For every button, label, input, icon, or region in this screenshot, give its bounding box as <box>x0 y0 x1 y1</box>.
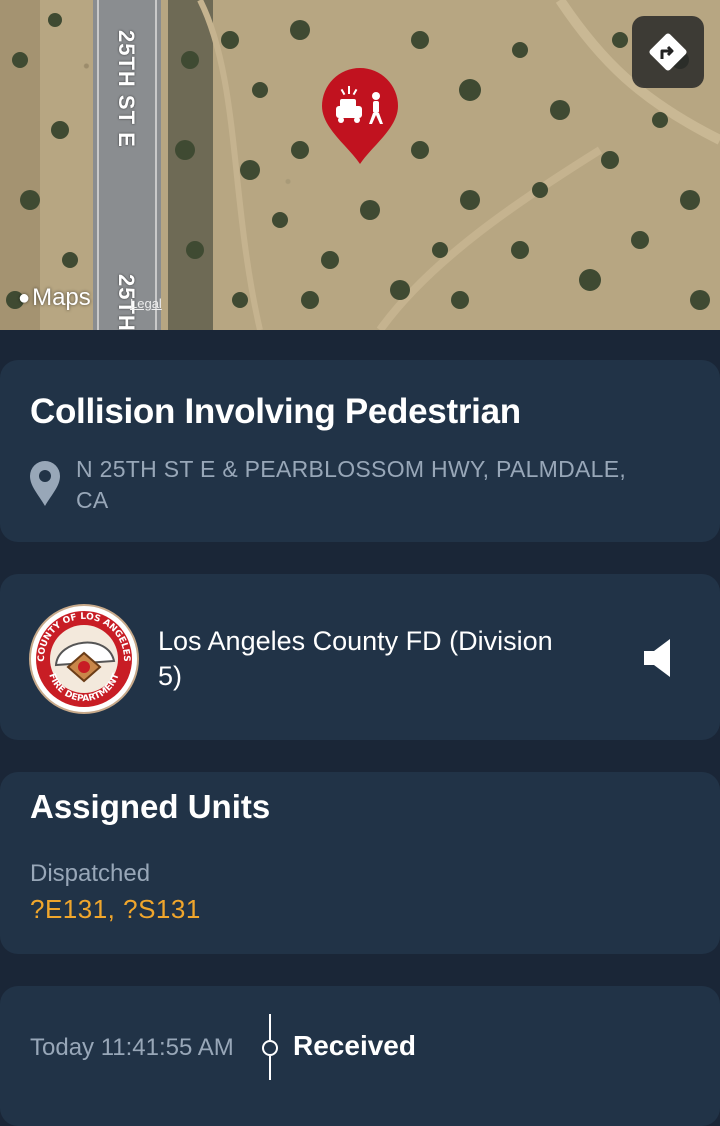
directions-icon <box>649 33 687 71</box>
directions-button[interactable] <box>632 16 704 88</box>
incident-address[interactable]: N 25TH ST E & PEARBLOSSOM HWY, PALMDALE,… <box>76 454 636 516</box>
apple-logo-icon: ● <box>18 286 31 309</box>
incident-title: Collision Involving Pedestrian <box>30 392 521 431</box>
timeline-timestamp: Today 11:41:55 AM <box>30 1034 234 1061</box>
unit-list: ?E131, ?S131 <box>30 894 201 924</box>
legal-link[interactable]: Legal <box>130 296 162 311</box>
speaker-button[interactable] <box>640 636 676 685</box>
timeline-node-icon <box>256 1014 284 1087</box>
location-pin-icon <box>28 460 62 513</box>
speaker-icon <box>644 639 670 677</box>
car-pedestrian-collision-icon <box>322 68 398 164</box>
agency-name: Los Angeles County FD (Division 5) <box>158 626 553 691</box>
map-view[interactable]: 25TH ST E 25TH ● Maps Legal <box>0 0 720 330</box>
street-label: 25TH ST E <box>114 30 139 148</box>
maps-logo: ● Maps <box>18 284 91 312</box>
maps-logo-text: Maps <box>32 284 91 311</box>
assigned-units-heading: Assigned Units <box>30 788 271 825</box>
incident-map-pin[interactable] <box>320 68 400 171</box>
timeline-event: Received <box>293 1030 416 1061</box>
unit-status-label: Dispatched <box>30 860 151 887</box>
fire-department-seal: COUNTY OF LOS ANGELES FIRE DEPARTMENT <box>28 603 140 720</box>
